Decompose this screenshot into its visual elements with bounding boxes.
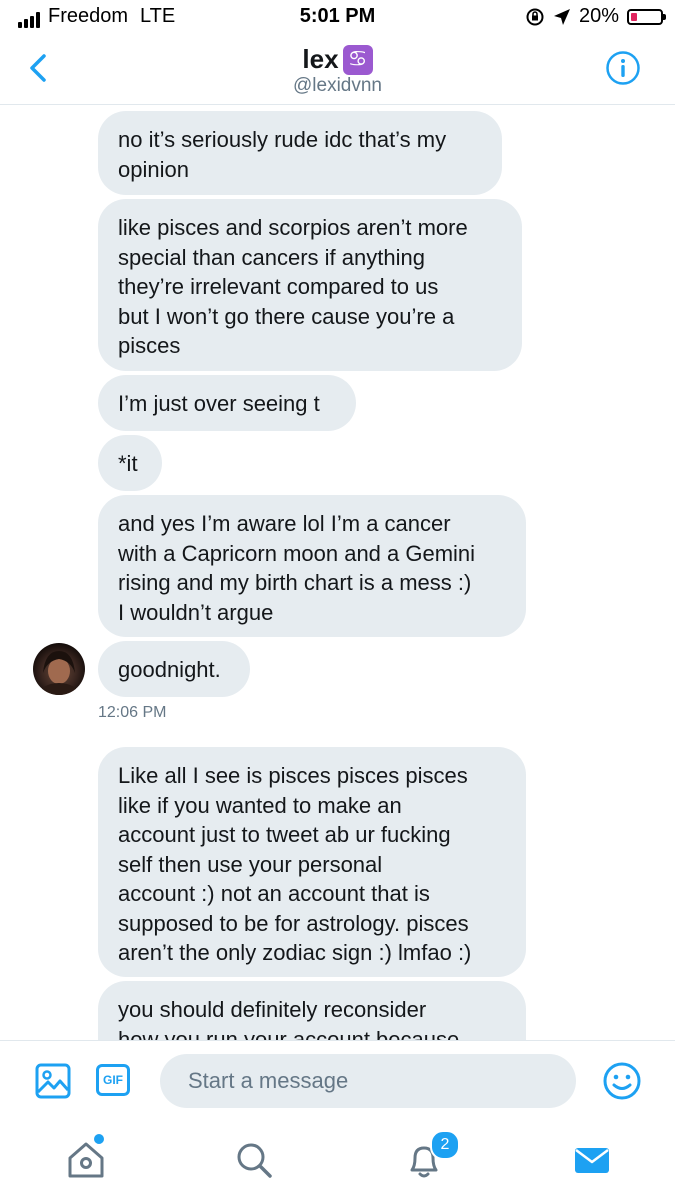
battery-percent: 20% (578, 5, 619, 27)
notifications-count-badge: 2 (430, 1130, 460, 1160)
tab-bar (0, 1120, 675, 1200)
conversation-header: lex ♋ @lexidvnn (0, 36, 675, 105)
avatar-photo (39, 651, 79, 695)
location-icon (553, 8, 570, 25)
smiley-icon (603, 1062, 641, 1100)
message-bubble[interactable]: you should definitely reconsider how you… (98, 981, 526, 1040)
contact-name: lex (302, 44, 339, 74)
tab-search[interactable] (232, 1138, 276, 1182)
tab-home[interactable] (64, 1138, 108, 1182)
message-input[interactable] (160, 1054, 576, 1108)
conversation-title[interactable]: lex ♋ @lexidvnn (0, 44, 675, 97)
info-button[interactable] (605, 50, 641, 86)
cancer-emoji: ♋ (342, 44, 373, 75)
status-bar: Freedom LTE 5:01 PM 20% (0, 0, 675, 36)
info-icon (606, 51, 640, 85)
tab-messages[interactable] (570, 1138, 614, 1182)
add-media-button[interactable] (34, 1062, 72, 1100)
message-bubble[interactable]: *it (98, 435, 162, 491)
message-thread[interactable]: no it’s seriously rude idc that’s my opi… (0, 105, 675, 1040)
home-new-dot (94, 1134, 104, 1144)
battery-icon (627, 8, 666, 25)
gif-button[interactable]: GIF (96, 1064, 130, 1096)
home-icon (68, 1142, 104, 1178)
status-right: 20% (525, 5, 666, 28)
mail-icon (575, 1148, 609, 1173)
avatar[interactable] (33, 643, 85, 695)
message-composer: GIF (0, 1040, 675, 1121)
rotation-lock-icon (526, 8, 544, 25)
image-icon (35, 1063, 71, 1099)
message-bubble[interactable]: no it’s seriously rude idc that’s my opi… (98, 111, 502, 195)
message-bubble[interactable]: like pisces and scorpios aren’t more spe… (98, 199, 522, 371)
search-icon (237, 1143, 272, 1178)
battery-level (631, 12, 637, 21)
message-bubble[interactable]: I’m just over seeing t (98, 375, 356, 431)
message-bubble[interactable]: and yes I’m aware lol I’m a cancer with … (98, 495, 526, 637)
message-bubble[interactable]: goodnight. (98, 641, 250, 697)
contact-handle: @lexidvnn (293, 75, 382, 96)
message-bubble[interactable]: Like all I see is pisces pisces pisces l… (98, 747, 526, 977)
emoji-button[interactable] (602, 1061, 642, 1101)
message-timestamp: 12:06 PM (98, 704, 167, 721)
